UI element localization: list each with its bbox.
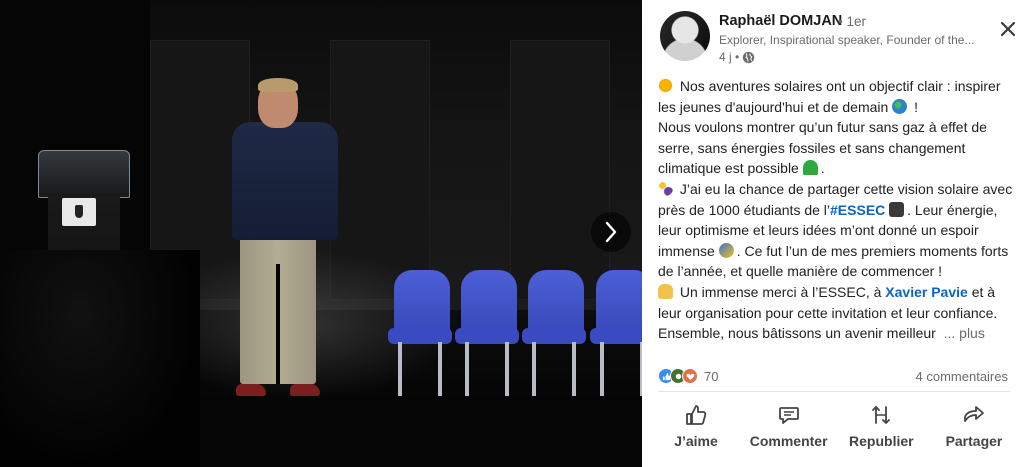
speaker-shoe [236, 384, 266, 396]
post-text-line: Nos aventures solaires ont un objectif c… [658, 78, 1001, 115]
comment-button[interactable]: Commenter [743, 396, 835, 456]
author-name[interactable]: Raphaël DOMJAN [719, 13, 842, 29]
comment-icon [778, 407, 799, 424]
post-photo[interactable] [0, 0, 642, 467]
close-button[interactable] [996, 17, 1020, 41]
speaker-shoe [290, 384, 320, 396]
graduation-cap-emoji [889, 201, 905, 217]
speaker-hair [258, 78, 298, 92]
repost-label: Republier [849, 433, 914, 449]
author-headline: Explorer, Inspirational speaker, Founder… [719, 33, 975, 47]
love-reaction-icon [682, 368, 698, 384]
reaction-count: 70 [704, 368, 719, 384]
blue-chair [522, 270, 586, 396]
speaker-trousers [240, 234, 316, 384]
share-button[interactable]: Partager [928, 396, 1020, 456]
blue-chair [590, 270, 642, 396]
wall-panel [510, 40, 610, 300]
post-paragraph: Nous voulons montrer qu’un futur sans ga… [658, 117, 1016, 179]
sparkles-emoji [658, 180, 673, 196]
post-text-line: . [820, 160, 825, 177]
chevron-right-icon [605, 221, 617, 243]
post-text-line: Un immense merci à l’ESSEC, à [679, 283, 886, 300]
mention-xavier-pavie[interactable]: Xavier Pavie [885, 284, 968, 300]
comment-label: Commenter [749, 433, 828, 449]
globe-icon [743, 51, 755, 63]
post-paragraph: Un immense merci à l’ESSEC, à Xavier Pav… [658, 282, 1016, 344]
post-text-line: ! [910, 98, 918, 115]
post-body: Nos aventures solaires ont un objectif c… [658, 76, 1016, 344]
rocket-emoji [718, 242, 734, 258]
post-header: Raphaël DOMJAN • 1er Explorer, Inspirati… [642, 0, 1024, 72]
close-icon [1000, 21, 1016, 37]
social-counts: 70 4 commentaires [658, 365, 1008, 387]
sun-emoji [658, 78, 673, 93]
connection-degree: • 1er [838, 14, 866, 29]
next-image-button[interactable] [591, 212, 631, 252]
divider [658, 391, 1010, 392]
audience-silhouette [0, 250, 200, 467]
post-paragraph: Nos aventures solaires ont un objectif c… [658, 76, 1016, 117]
repost-button[interactable]: Republier [835, 396, 927, 456]
speaker-jacket [232, 122, 338, 240]
post-time-label: 4 j • [719, 50, 740, 64]
comments-count-link[interactable]: 4 commentaires [916, 369, 1008, 384]
action-bar: J’aime Commenter Republier Partager [650, 396, 1020, 460]
post-panel: Raphaël DOMJAN • 1er Explorer, Inspirati… [642, 0, 1024, 467]
share-label: Partager [945, 433, 1003, 449]
post-paragraph: J’ai eu la chance de partager cette visi… [658, 179, 1016, 282]
hashtag-essec[interactable]: #ESSEC [830, 202, 885, 218]
folded-hands-emoji [658, 283, 673, 299]
post-time: 4 j • [719, 50, 755, 64]
like-button[interactable]: J’aime [650, 396, 742, 456]
repost-icon [872, 406, 891, 424]
globe-emoji [892, 98, 908, 114]
blue-chair [388, 270, 452, 396]
blue-chair [455, 270, 519, 396]
like-label: J’aime [674, 433, 718, 449]
avatar[interactable] [660, 11, 710, 61]
send-icon [964, 406, 984, 422]
like-icon [686, 405, 707, 425]
green-heart-emoji [802, 160, 818, 176]
reaction-summary[interactable]: 70 [658, 368, 718, 384]
podium-glass [38, 150, 130, 198]
podium-logo [62, 198, 96, 226]
see-more-link[interactable]: ... plus [944, 325, 985, 341]
